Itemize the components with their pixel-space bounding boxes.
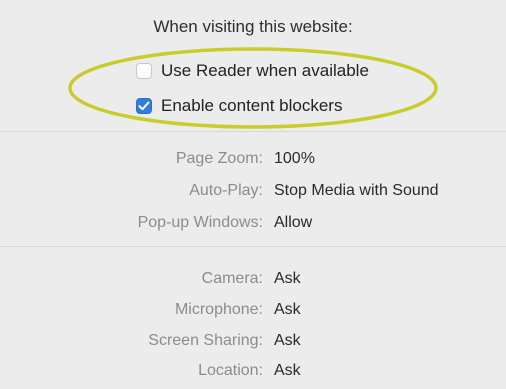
- panel-heading: When visiting this website:: [153, 17, 353, 36]
- setting-row-auto-play: Auto-Play: Stop Media with Sound: [0, 182, 506, 204]
- page-zoom-popup[interactable]: 100%: [274, 150, 315, 168]
- checkmark-icon: [138, 101, 150, 111]
- microphone-label: Microphone:: [174, 301, 263, 318]
- auto-play-label: Auto-Play:: [189, 182, 263, 199]
- screen-sharing-popup[interactable]: Ask: [274, 332, 301, 350]
- section-divider: [0, 246, 506, 247]
- setting-row-location: Location: Ask: [0, 362, 506, 384]
- location-popup[interactable]: Ask: [274, 362, 301, 380]
- content-blockers-checkbox[interactable]: [136, 98, 152, 114]
- camera-label: Camera:: [201, 270, 263, 287]
- popup-windows-popup[interactable]: Allow: [274, 214, 312, 232]
- use-reader-label: Use Reader when available: [161, 61, 369, 80]
- location-label: Location:: [198, 362, 263, 379]
- page-zoom-label: Page Zoom:: [175, 150, 263, 167]
- auto-play-popup[interactable]: Stop Media with Sound: [274, 182, 439, 200]
- setting-row-screen-sharing: Screen Sharing: Ask: [0, 332, 506, 354]
- setting-row-page-zoom: Page Zoom: 100%: [0, 150, 506, 172]
- use-reader-checkbox[interactable]: [136, 63, 152, 79]
- microphone-popup[interactable]: Ask: [274, 301, 301, 319]
- use-reader-option[interactable]: Use Reader when available: [136, 61, 369, 81]
- section-divider: [0, 131, 506, 132]
- website-settings-panel: When visiting this website: Use Reader w…: [0, 0, 506, 389]
- popup-windows-label: Pop-up Windows:: [137, 214, 263, 231]
- setting-row-microphone: Microphone: Ask: [0, 301, 506, 323]
- content-blockers-label: Enable content blockers: [161, 96, 343, 115]
- setting-row-camera: Camera: Ask: [0, 270, 506, 292]
- camera-popup[interactable]: Ask: [274, 270, 301, 288]
- setting-row-popup-windows: Pop-up Windows: Allow: [0, 214, 506, 236]
- content-blockers-option[interactable]: Enable content blockers: [136, 96, 342, 116]
- screen-sharing-label: Screen Sharing:: [148, 332, 263, 349]
